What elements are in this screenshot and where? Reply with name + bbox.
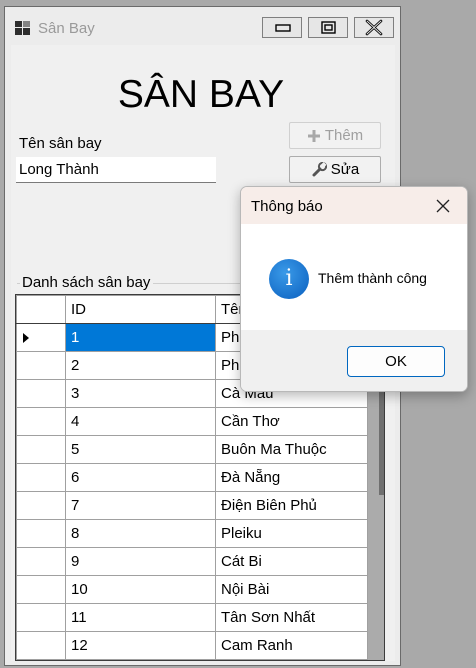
row-header[interactable] [16,519,66,548]
current-row-arrow-icon [23,333,29,343]
dialog-title-bar[interactable]: Thông báo [241,187,467,224]
app-icon [15,21,31,35]
cell-id[interactable]: 10 [65,575,216,604]
cell-id[interactable]: 3 [65,379,216,408]
message-dialog: Thông báo i Thêm thành công OK [240,186,468,392]
cell-id[interactable]: 8 [65,519,216,548]
row-header[interactable] [16,547,66,576]
cell-id[interactable]: 7 [65,491,216,520]
cell-id[interactable]: 4 [65,407,216,436]
plus-icon [307,129,320,142]
cell-name[interactable]: Buôn Ma Thuộc [215,435,368,464]
edit-button[interactable]: Sửa [289,156,381,183]
page-title: SÂN BAY [117,73,285,116]
minimize-button[interactable] [262,17,302,38]
airport-list-label: Danh sách sân bay [20,274,154,291]
cell-id[interactable]: 9 [65,547,216,576]
row-header[interactable] [16,435,66,464]
row-header[interactable] [16,323,66,352]
add-button-label: Thêm [324,127,364,144]
edit-button-label: Sửa [330,161,360,178]
row-header-corner[interactable] [16,295,66,324]
cell-name[interactable]: Tân Sơn Nhất [215,603,368,632]
row-header[interactable] [16,631,66,660]
table-row[interactable]: 12 Cam Ranh [16,631,368,660]
close-icon [365,19,383,36]
row-header[interactable] [16,575,66,604]
close-button[interactable] [354,17,394,38]
table-row[interactable]: 6 Đà Nẵng [16,463,368,492]
table-row[interactable]: 11 Tân Sơn Nhất [16,603,368,632]
cell-id[interactable]: 2 [65,351,216,380]
table-row[interactable]: 9 Cát Bi [16,547,368,576]
maximize-icon [321,21,336,34]
cell-name[interactable]: Nội Bài [215,575,368,604]
airport-name-label: Tên sân bay [19,135,102,152]
airport-name-input[interactable] [16,157,216,183]
cell-name[interactable]: Cam Ranh [215,631,368,660]
column-header-id[interactable]: ID [65,295,216,324]
cell-name[interactable]: Điện Biên Phủ [215,491,368,520]
maximize-button[interactable] [308,17,348,38]
cell-id[interactable]: 12 [65,631,216,660]
cell-name[interactable]: Đà Nẵng [215,463,368,492]
table-row[interactable]: 8 Pleiku [16,519,368,548]
row-header[interactable] [16,407,66,436]
row-header[interactable] [16,491,66,520]
title-bar[interactable]: Sân Bay [5,7,400,45]
row-header[interactable] [16,351,66,380]
cell-name[interactable]: Pleiku [215,519,368,548]
table-row[interactable]: 5 Buôn Ma Thuộc [16,435,368,464]
table-row[interactable]: 10 Nội Bài [16,575,368,604]
table-row[interactable]: 7 Điện Biên Phủ [16,491,368,520]
row-header[interactable] [16,463,66,492]
table-row[interactable]: 4 Cần Thơ [16,407,368,436]
row-header[interactable] [16,603,66,632]
dialog-close-icon[interactable] [435,198,451,214]
cell-id[interactable]: 6 [65,463,216,492]
cell-id[interactable]: 5 [65,435,216,464]
add-button[interactable]: Thêm [289,122,381,149]
dialog-message: Thêm thành công [318,270,427,286]
cell-name[interactable]: Cần Thơ [215,407,368,436]
info-icon-glyph: i [285,266,293,291]
window-title: Sân Bay [38,20,95,37]
minimize-icon [275,24,291,32]
wrench-icon [312,161,327,176]
cell-name[interactable]: Cát Bi [215,547,368,576]
row-header[interactable] [16,379,66,408]
cell-id[interactable]: 11 [65,603,216,632]
cell-id[interactable]: 1 [65,323,216,352]
dialog-title: Thông báo [251,198,323,215]
ok-button[interactable]: OK [347,346,445,377]
